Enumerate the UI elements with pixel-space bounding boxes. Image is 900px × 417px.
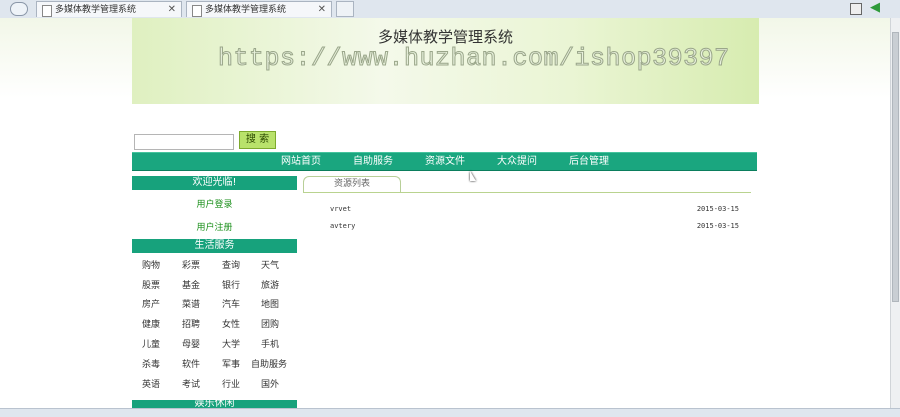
nav-item-admin[interactable]: 后台管理 <box>569 153 609 170</box>
nav-item-questions[interactable]: 大众提问 <box>497 153 537 170</box>
service-link[interactable]: 军事 <box>222 357 240 370</box>
cloud-icon[interactable] <box>10 2 28 16</box>
browser-tab-label: 多媒体教学管理系统 <box>205 5 287 15</box>
table-row[interactable]: avtery 2015-03-15 <box>303 220 751 232</box>
service-link[interactable]: 健康 <box>142 317 160 330</box>
life-services-heading: 生活服务 <box>132 239 297 253</box>
nav-item-resources[interactable]: 资源文件 <box>425 153 465 170</box>
service-link[interactable]: 国外 <box>261 377 279 390</box>
tab-resource-list[interactable]: 资源列表 <box>303 176 401 192</box>
service-link[interactable]: 软件 <box>182 357 200 370</box>
service-link[interactable]: 杀毒 <box>142 357 160 370</box>
resource-date: 2015-03-15 <box>696 222 739 230</box>
service-link[interactable]: 汽车 <box>222 297 240 310</box>
resource-name[interactable]: avtery <box>330 222 355 230</box>
browser-tab[interactable]: 多媒体教学管理系统 ✕ <box>186 1 332 17</box>
service-link[interactable]: 股票 <box>142 278 160 291</box>
search-button[interactable]: 搜 索 <box>239 131 276 149</box>
register-link[interactable]: 用户注册 <box>132 220 297 233</box>
service-link[interactable]: 菜谱 <box>182 297 200 310</box>
close-icon[interactable]: ✕ <box>168 2 176 18</box>
service-link[interactable]: 购物 <box>142 258 160 271</box>
service-link[interactable]: 银行 <box>222 278 240 291</box>
browser-tab-label: 多媒体教学管理系统 <box>55 5 137 15</box>
resource-name[interactable]: vrvet <box>330 205 351 213</box>
service-link[interactable]: 天气 <box>261 258 279 271</box>
service-link[interactable]: 基金 <box>182 278 200 291</box>
browser-tab[interactable]: 多媒体教学管理系统 ✕ <box>36 1 182 17</box>
service-link[interactable]: 房产 <box>142 297 160 310</box>
mouse-cursor-icon <box>470 171 476 181</box>
watermark: https://www.huzhan.com/ishop39397 <box>218 44 730 74</box>
back-arrow-icon[interactable]: ◀ <box>870 1 880 15</box>
resource-date: 2015-03-15 <box>696 205 739 213</box>
service-link[interactable]: 考试 <box>182 377 200 390</box>
service-link[interactable]: 查询 <box>222 258 240 271</box>
service-link[interactable]: 女性 <box>222 317 240 330</box>
service-link[interactable]: 自助服务 <box>251 357 287 370</box>
search-input[interactable] <box>134 134 234 150</box>
service-link[interactable]: 手机 <box>261 337 279 350</box>
service-link[interactable]: 大学 <box>222 337 240 350</box>
page-icon[interactable] <box>850 3 862 15</box>
document-icon <box>192 5 202 17</box>
service-link[interactable]: 旅游 <box>261 278 279 291</box>
entertainment-heading: 娱乐休闲 <box>132 400 297 408</box>
close-icon[interactable]: ✕ <box>318 2 326 18</box>
main-nav: 网站首页 自助服务 资源文件 大众提问 后台管理 <box>132 152 757 171</box>
service-link[interactable]: 地图 <box>261 297 279 310</box>
login-link[interactable]: 用户登录 <box>132 197 297 210</box>
service-link[interactable]: 团购 <box>261 317 279 330</box>
service-link[interactable]: 行业 <box>222 377 240 390</box>
nav-item-self-service[interactable]: 自助服务 <box>353 153 393 170</box>
service-link[interactable]: 母婴 <box>182 337 200 350</box>
service-link[interactable]: 彩票 <box>182 258 200 271</box>
table-row[interactable]: vrvet 2015-03-15 <box>303 203 751 215</box>
service-link[interactable]: 英语 <box>142 377 160 390</box>
browser-tab-bar: 多媒体教学管理系统 ✕ 多媒体教学管理系统 ✕ ◀ <box>0 0 900 19</box>
vertical-scrollbar[interactable] <box>890 18 900 408</box>
service-link[interactable]: 招聘 <box>182 317 200 330</box>
service-link[interactable]: 儿童 <box>142 337 160 350</box>
scrollbar-thumb[interactable] <box>892 32 899 302</box>
tab-divider <box>303 192 751 193</box>
nav-item-home[interactable]: 网站首页 <box>281 153 321 170</box>
new-tab-button[interactable] <box>336 1 354 17</box>
document-icon <box>42 5 52 17</box>
welcome-heading: 欢迎光临! <box>132 176 297 190</box>
